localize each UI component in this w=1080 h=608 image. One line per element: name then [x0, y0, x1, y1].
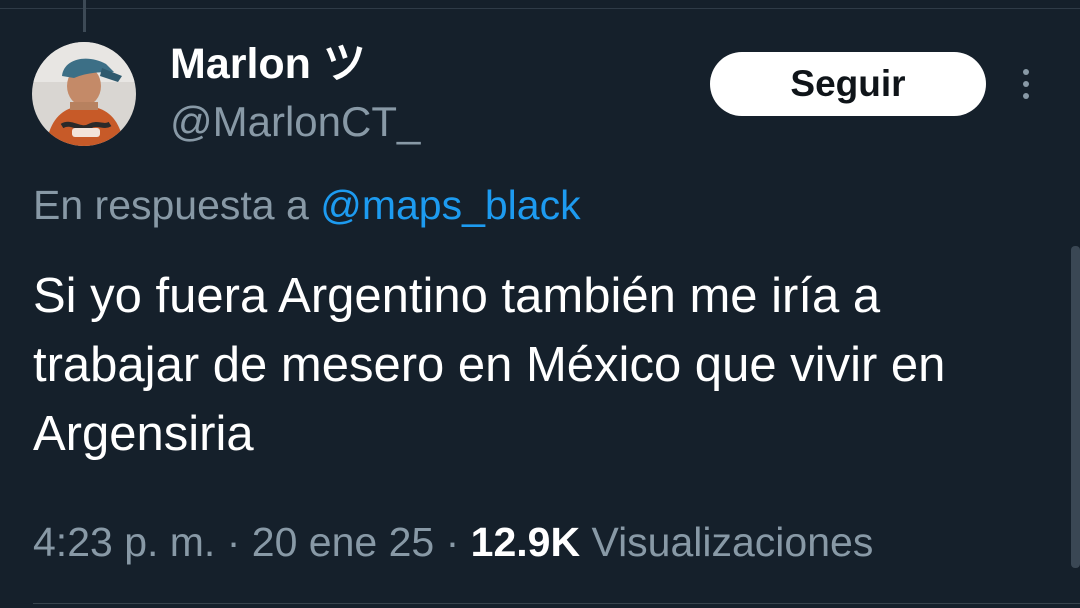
more-dot: [1023, 93, 1029, 99]
meta-separator: ·: [445, 519, 471, 565]
tweet-date[interactable]: 20 ene 25: [252, 519, 434, 565]
bottom-divider: [33, 603, 1080, 604]
author-display-name[interactable]: Marlon ツ: [170, 38, 366, 90]
views-count: 12.9K: [470, 519, 581, 565]
follow-button[interactable]: Seguir: [710, 52, 986, 116]
views-label: Visualizaciones: [591, 519, 874, 565]
reply-mention-link[interactable]: @maps_black: [320, 182, 580, 228]
more-dot: [1023, 81, 1029, 87]
more-dot: [1023, 69, 1029, 75]
author-handle[interactable]: @MarlonCT_: [170, 96, 420, 148]
top-divider: [0, 8, 1080, 9]
reply-prefix: En respuesta a: [33, 182, 309, 228]
thread-connector-line: [83, 0, 86, 32]
tweet-time[interactable]: 4:23 p. m.: [33, 519, 215, 565]
meta-separator: ·: [226, 519, 252, 565]
reply-context: En respuesta a @maps_black: [33, 180, 581, 230]
avatar[interactable]: [32, 42, 136, 146]
scrollbar[interactable]: [1071, 246, 1080, 568]
tweet-text: Si yo fuera Argentino también me iría a …: [33, 269, 946, 461]
more-vertical-icon[interactable]: [1006, 62, 1046, 106]
tweet-meta: 4:23 p. m. · 20 ene 25 · 12.9K Visualiza…: [33, 516, 873, 568]
